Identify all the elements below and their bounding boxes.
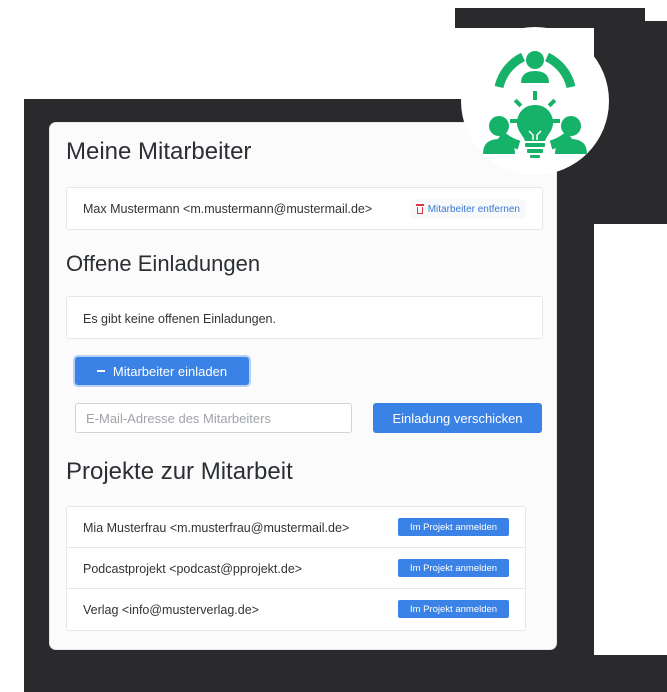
team-idea-logo [461, 27, 609, 175]
invites-empty-text: Es gibt keine offenen Einladungen. [83, 312, 276, 326]
minus-icon [96, 370, 105, 372]
team-idea-lightbulb-icon [483, 51, 587, 158]
send-invite-button[interactable]: Einladung verschicken [373, 403, 542, 433]
remove-member-label: Mitarbeiter entfernen [427, 203, 520, 215]
project-row: Verlag <info@musterverlag.de> Im Projekt… [67, 589, 525, 630]
join-project-button[interactable]: Im Projekt anmelden [398, 600, 509, 618]
project-name: Podcastprojekt <podcast@pprojekt.de> [83, 562, 303, 576]
project-name: Mia Musterfrau <m.musterfrau@mustermail.… [83, 521, 350, 535]
backdrop-bottom [594, 655, 667, 692]
join-project-button[interactable]: Im Projekt anmelden [398, 559, 509, 577]
members-title: Meine Mitarbeiter [66, 138, 252, 165]
projects-list: Mia Musterfrau <m.musterfrau@mustermail.… [66, 506, 526, 631]
project-row: Mia Musterfrau <m.musterfrau@mustermail.… [67, 507, 525, 548]
project-name: Verlag <info@musterverlag.de> [83, 603, 259, 617]
projects-title: Projekte zur Mitarbeit [66, 458, 293, 485]
trash-icon [415, 204, 424, 214]
join-project-button[interactable]: Im Projekt anmelden [398, 518, 509, 536]
invites-empty-box: Es gibt keine offenen Einladungen. [66, 296, 543, 339]
collaborators-card: Meine Mitarbeiter Max Mustermann <m.must… [50, 123, 556, 649]
member-name: Max Mustermann <m.mustermann@mustermail.… [83, 202, 373, 216]
project-row: Podcastprojekt <podcast@pprojekt.de> Im … [67, 548, 525, 589]
email-input[interactable] [75, 403, 352, 433]
invite-toggle-button[interactable]: Mitarbeiter einladen [75, 357, 249, 385]
remove-member-button[interactable]: Mitarbeiter entfernen [409, 199, 526, 219]
invites-title: Offene Einladungen [66, 251, 261, 276]
member-row: Max Mustermann <m.mustermann@mustermail.… [66, 187, 543, 230]
invite-toggle-label: Mitarbeiter einladen [112, 363, 228, 379]
